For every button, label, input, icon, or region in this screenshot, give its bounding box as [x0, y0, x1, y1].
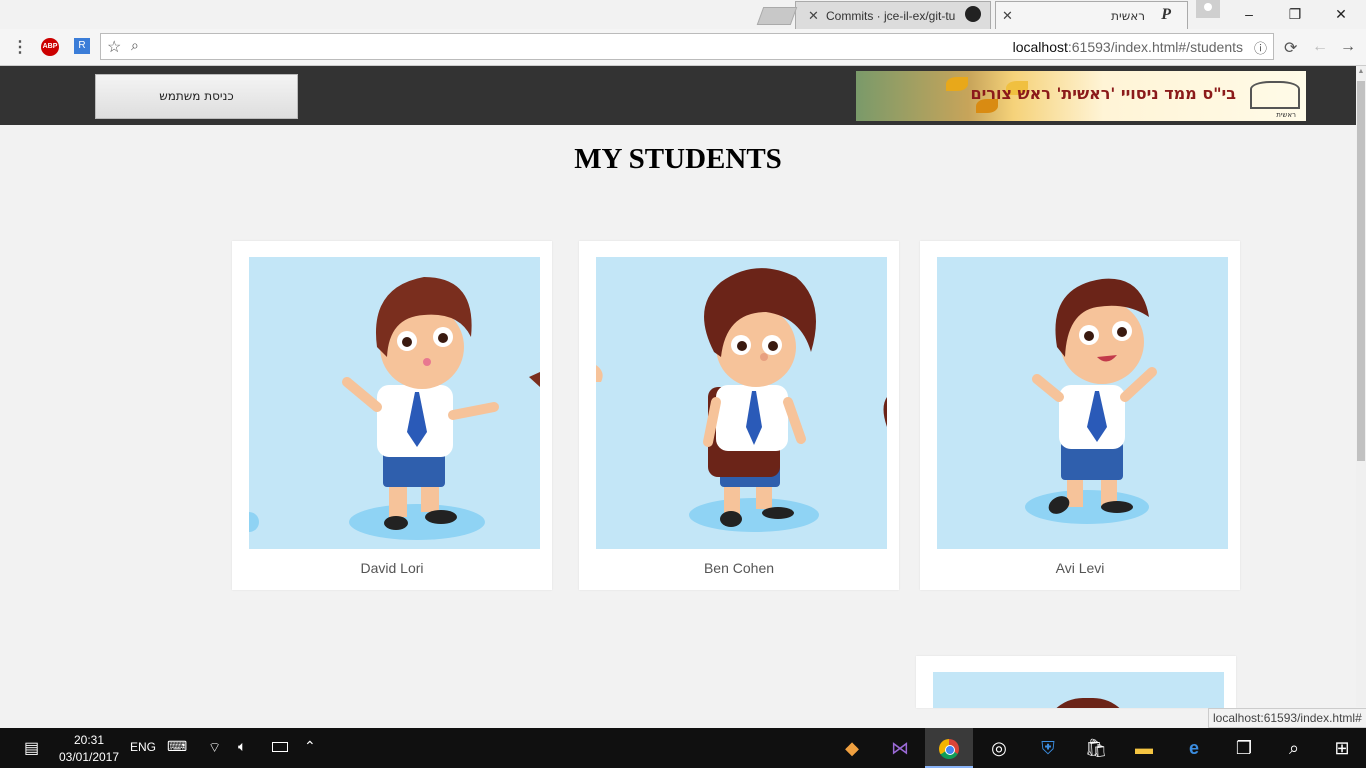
- github-favicon-icon: [965, 6, 981, 22]
- student-card[interactable]: [916, 656, 1236, 708]
- scroll-up-icon[interactable]: ▲: [1357, 68, 1365, 78]
- taskbar-chrome-icon[interactable]: [925, 728, 973, 768]
- site-favicon-icon: P: [1161, 6, 1171, 23]
- clock[interactable]: 20:31 03/01/2017: [56, 732, 122, 766]
- volume-icon[interactable]: 🔈︎: [238, 738, 246, 755]
- student-name: Ben Cohen: [703, 560, 775, 576]
- student-hair-partial: [1043, 698, 1133, 708]
- minimize-button[interactable]: –: [1226, 0, 1272, 28]
- back-icon[interactable]: →: [1340, 38, 1356, 56]
- adblock-icon[interactable]: ABP: [41, 38, 59, 56]
- search-icon[interactable]: ⌕: [131, 37, 139, 54]
- address-bar[interactable]: ☆ ⌕ localhost:61593/index.html#/students…: [100, 33, 1274, 60]
- taskbar-defender-icon[interactable]: ⛨: [1024, 728, 1072, 768]
- student-photo[interactable]: [596, 257, 887, 549]
- student-photo[interactable]: [937, 257, 1228, 549]
- start-button[interactable]: ⊞: [1318, 728, 1366, 768]
- status-bar: localhost:61593/index.html#: [1208, 708, 1366, 728]
- student-illustration: [249, 277, 540, 540]
- student-photo[interactable]: [249, 257, 540, 549]
- task-view-icon[interactable]: ❐: [1220, 728, 1268, 768]
- tab-commits[interactable]: ✕ Commits · jce-il-ex/git-tu: [795, 1, 991, 29]
- taskbar-media-icon[interactable]: ◎: [975, 728, 1023, 768]
- battery-icon[interactable]: [272, 742, 288, 752]
- taskbar-explorer-icon[interactable]: ▬: [1120, 728, 1168, 768]
- close-tab-icon[interactable]: ✕: [808, 8, 819, 24]
- student-photo[interactable]: [933, 672, 1224, 708]
- page-title: MY STUDENTS: [574, 143, 782, 175]
- taskbar-search-icon[interactable]: ⌕: [1270, 728, 1318, 768]
- taskbar-visual-studio-icon[interactable]: ⋈: [876, 728, 924, 768]
- student-card[interactable]: Ben Cohen: [579, 241, 899, 590]
- banner-title: בי"ס ממד ניסויי 'ראשית' ראש צורים: [970, 84, 1236, 103]
- action-center-icon[interactable]: ▤: [24, 738, 39, 758]
- taskbar-edge-icon[interactable]: e: [1170, 728, 1218, 768]
- forward-icon[interactable]: ←: [1312, 38, 1328, 56]
- clock-time: 20:31: [73, 733, 105, 747]
- tab-home-label: ראשית: [1111, 9, 1145, 23]
- student-illustration: [1025, 278, 1157, 524]
- profile-icon[interactable]: [1196, 0, 1220, 18]
- clock-date: 03/01/2017: [58, 750, 120, 764]
- info-icon[interactable]: ⓘ: [1254, 38, 1267, 57]
- scrollbar-thumb[interactable]: [1357, 81, 1365, 461]
- student-illustration: [596, 268, 887, 532]
- tab-strip: ✕ ראשית P ✕ Commits · jce-il-ex/git-tu –…: [0, 0, 1366, 29]
- student-card[interactable]: Avi Levi: [920, 241, 1240, 590]
- student-name: Avi Levi: [1055, 560, 1105, 576]
- login-button[interactable]: כניסת משתמש: [95, 74, 298, 119]
- tab-home[interactable]: ✕ ראשית P: [995, 1, 1188, 29]
- new-tab-button[interactable]: [756, 7, 798, 25]
- student-card[interactable]: David Lori: [232, 241, 552, 590]
- menu-icon[interactable]: ⋮: [12, 37, 28, 57]
- reload-icon[interactable]: ⟳: [1284, 38, 1297, 58]
- wifi-icon[interactable]: ⌔: [208, 739, 221, 757]
- language-indicator[interactable]: ENG: [130, 740, 156, 754]
- student-name: David Lori: [360, 560, 424, 576]
- close-tab-icon[interactable]: ✕: [1002, 8, 1013, 24]
- extension-icon[interactable]: R: [74, 38, 90, 54]
- url-text: localhost:61593/index.html#/students: [1012, 39, 1243, 55]
- bookmark-star-icon[interactable]: ☆: [107, 37, 121, 57]
- chevron-up-icon[interactable]: ⌃: [304, 738, 316, 755]
- leaf-decoration: [946, 77, 968, 91]
- book-icon: [1250, 81, 1300, 109]
- tab-commits-label: Commits · jce-il-ex/git-tu: [826, 9, 956, 23]
- close-window-button[interactable]: ✕: [1318, 0, 1364, 28]
- school-banner[interactable]: בי"ס ממד ניסויי 'ראשית' ראש צורים ראשית: [856, 71, 1306, 121]
- banner-small-text: ראשית: [1276, 111, 1296, 119]
- keyboard-icon[interactable]: ⌨: [167, 738, 187, 755]
- taskbar-git-icon[interactable]: ◆: [828, 728, 876, 768]
- taskbar-store-icon[interactable]: 🛍︎: [1072, 728, 1120, 768]
- maximize-button[interactable]: ❐: [1272, 0, 1318, 28]
